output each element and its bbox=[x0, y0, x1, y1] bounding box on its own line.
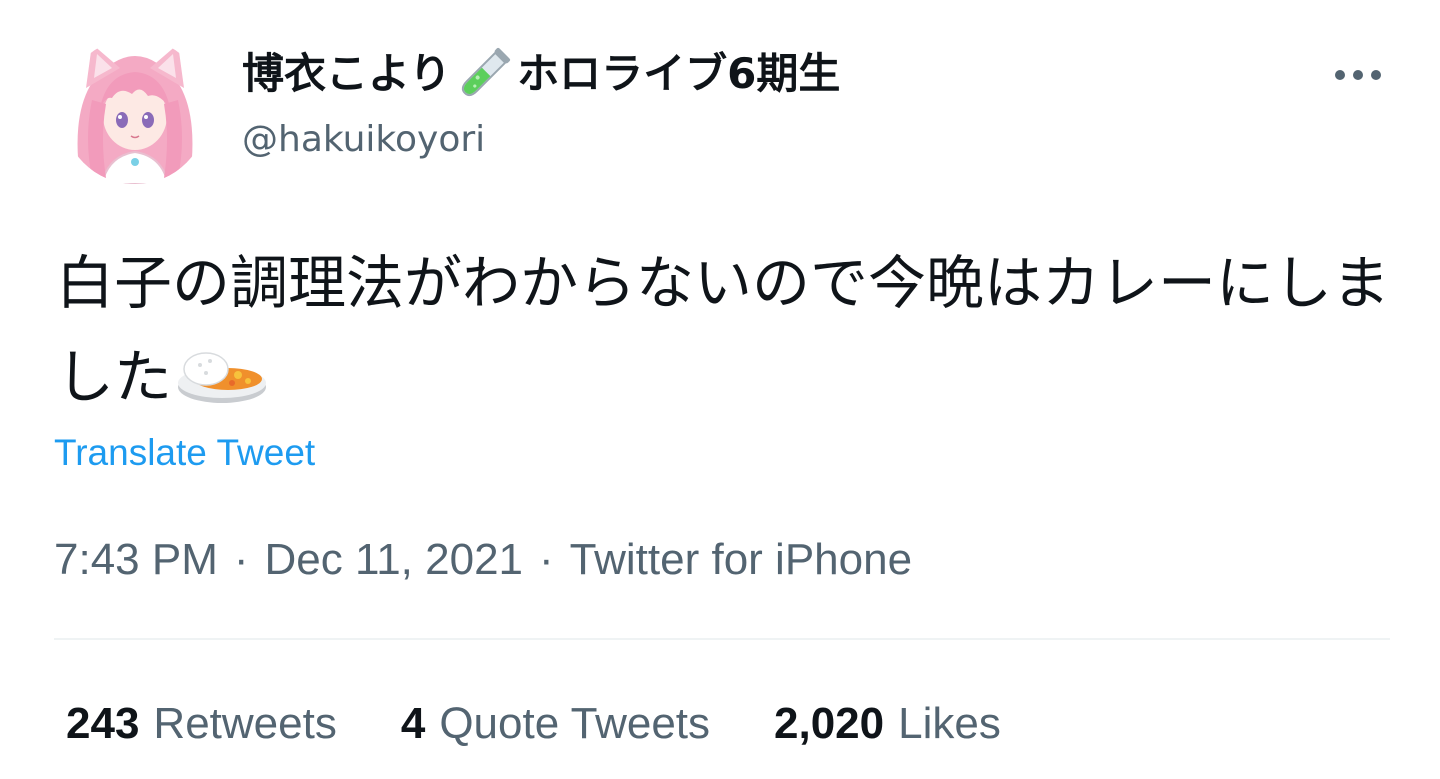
likes-stat[interactable]: 2,020 Likes bbox=[774, 694, 1001, 754]
more-options-icon[interactable] bbox=[1330, 58, 1390, 92]
likes-count: 2,020 bbox=[774, 699, 885, 748]
tweet-time[interactable]: 7:43 PM bbox=[54, 535, 218, 584]
test-tube-icon bbox=[453, 43, 515, 105]
retweets-count: 243 bbox=[66, 699, 140, 748]
meta-separator: · bbox=[539, 535, 554, 584]
quote-tweets-count: 4 bbox=[400, 699, 426, 748]
user-handle[interactable]: @hakuikoyori bbox=[242, 110, 485, 170]
tweet-date[interactable]: Dec 11, 2021 bbox=[265, 535, 523, 584]
avatar[interactable] bbox=[62, 38, 208, 184]
tweet-text: 白子の調理法がわからないので今晩はカレーにしました bbox=[56, 236, 1396, 424]
quote-tweets-label: Quote Tweets bbox=[439, 699, 711, 748]
tweet-meta: 7:43 PM · Dec 11, 2021 · Twitter for iPhone bbox=[54, 530, 912, 590]
quote-tweets-stat[interactable]: 4 Quote Tweets bbox=[401, 694, 710, 754]
translate-tweet-link[interactable]: Translate Tweet bbox=[54, 428, 315, 478]
tweet-stats: 243 Retweets 4 Quote Tweets 2,020 Likes bbox=[66, 694, 1065, 754]
likes-label: Likes bbox=[898, 699, 1001, 748]
display-name-part2: ホロライブ6期生 bbox=[517, 49, 841, 98]
retweets-stat[interactable]: 243 Retweets bbox=[66, 694, 337, 754]
tweet-source[interactable]: Twitter for iPhone bbox=[570, 535, 912, 584]
display-name[interactable]: 博衣こより ホロライブ6期生 bbox=[242, 44, 840, 104]
display-name-part1: 博衣こより bbox=[242, 49, 452, 98]
avatar-image bbox=[62, 38, 208, 184]
retweets-label: Retweets bbox=[153, 699, 337, 748]
divider bbox=[54, 638, 1390, 640]
curry-rice-icon bbox=[176, 340, 268, 404]
meta-separator: · bbox=[233, 535, 249, 584]
